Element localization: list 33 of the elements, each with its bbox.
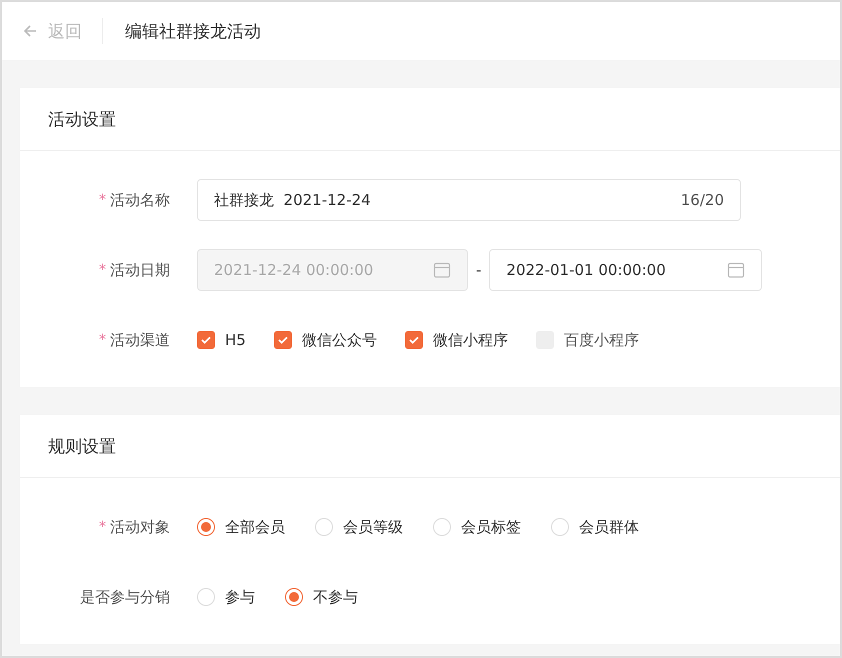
checkbox[interactable]: [404, 331, 423, 349]
option-label[interactable]: 会员等级: [343, 518, 403, 536]
field-label: 活动日期: [110, 260, 170, 280]
option-label[interactable]: 参与: [225, 588, 255, 606]
field-label: 活动渠道: [110, 330, 170, 350]
field-label: 是否参与分销: [80, 588, 170, 606]
required-mark: *: [99, 192, 106, 208]
calendar-icon: [433, 261, 451, 279]
range-separator: -: [476, 261, 482, 279]
back-arrow-icon: [22, 23, 38, 39]
char-counter: 16/20: [680, 191, 724, 209]
required-mark: *: [99, 332, 106, 348]
section-title: 规则设置: [20, 415, 840, 478]
radio-button[interactable]: [197, 518, 215, 536]
checkbox[interactable]: [197, 331, 215, 349]
option-label[interactable]: 微信公众号: [302, 330, 377, 350]
field-label: 活动对象: [110, 518, 170, 536]
checkbox[interactable]: [274, 331, 292, 349]
option-label[interactable]: 微信小程序: [432, 330, 508, 350]
option-label[interactable]: 会员标签: [461, 518, 521, 536]
required-mark: *: [99, 262, 106, 278]
option-label[interactable]: 会员群体: [579, 518, 639, 536]
section-title: 活动设置: [20, 88, 840, 151]
name-input[interactable]: 社群接龙 2021-12-24 16/20: [197, 179, 741, 221]
page-title: 编辑社群接龙活动: [125, 20, 261, 42]
calendar-icon: [727, 261, 746, 279]
radio-button[interactable]: [285, 588, 303, 606]
required-mark: *: [99, 519, 106, 535]
option-label[interactable]: 不参与: [313, 588, 358, 606]
field-label: 活动名称: [110, 190, 170, 210]
date-input[interactable]: 2022-01-01 00:00:00: [489, 249, 762, 291]
option-label[interactable]: H5: [225, 331, 246, 349]
option-label[interactable]: 全部会员: [225, 518, 285, 536]
